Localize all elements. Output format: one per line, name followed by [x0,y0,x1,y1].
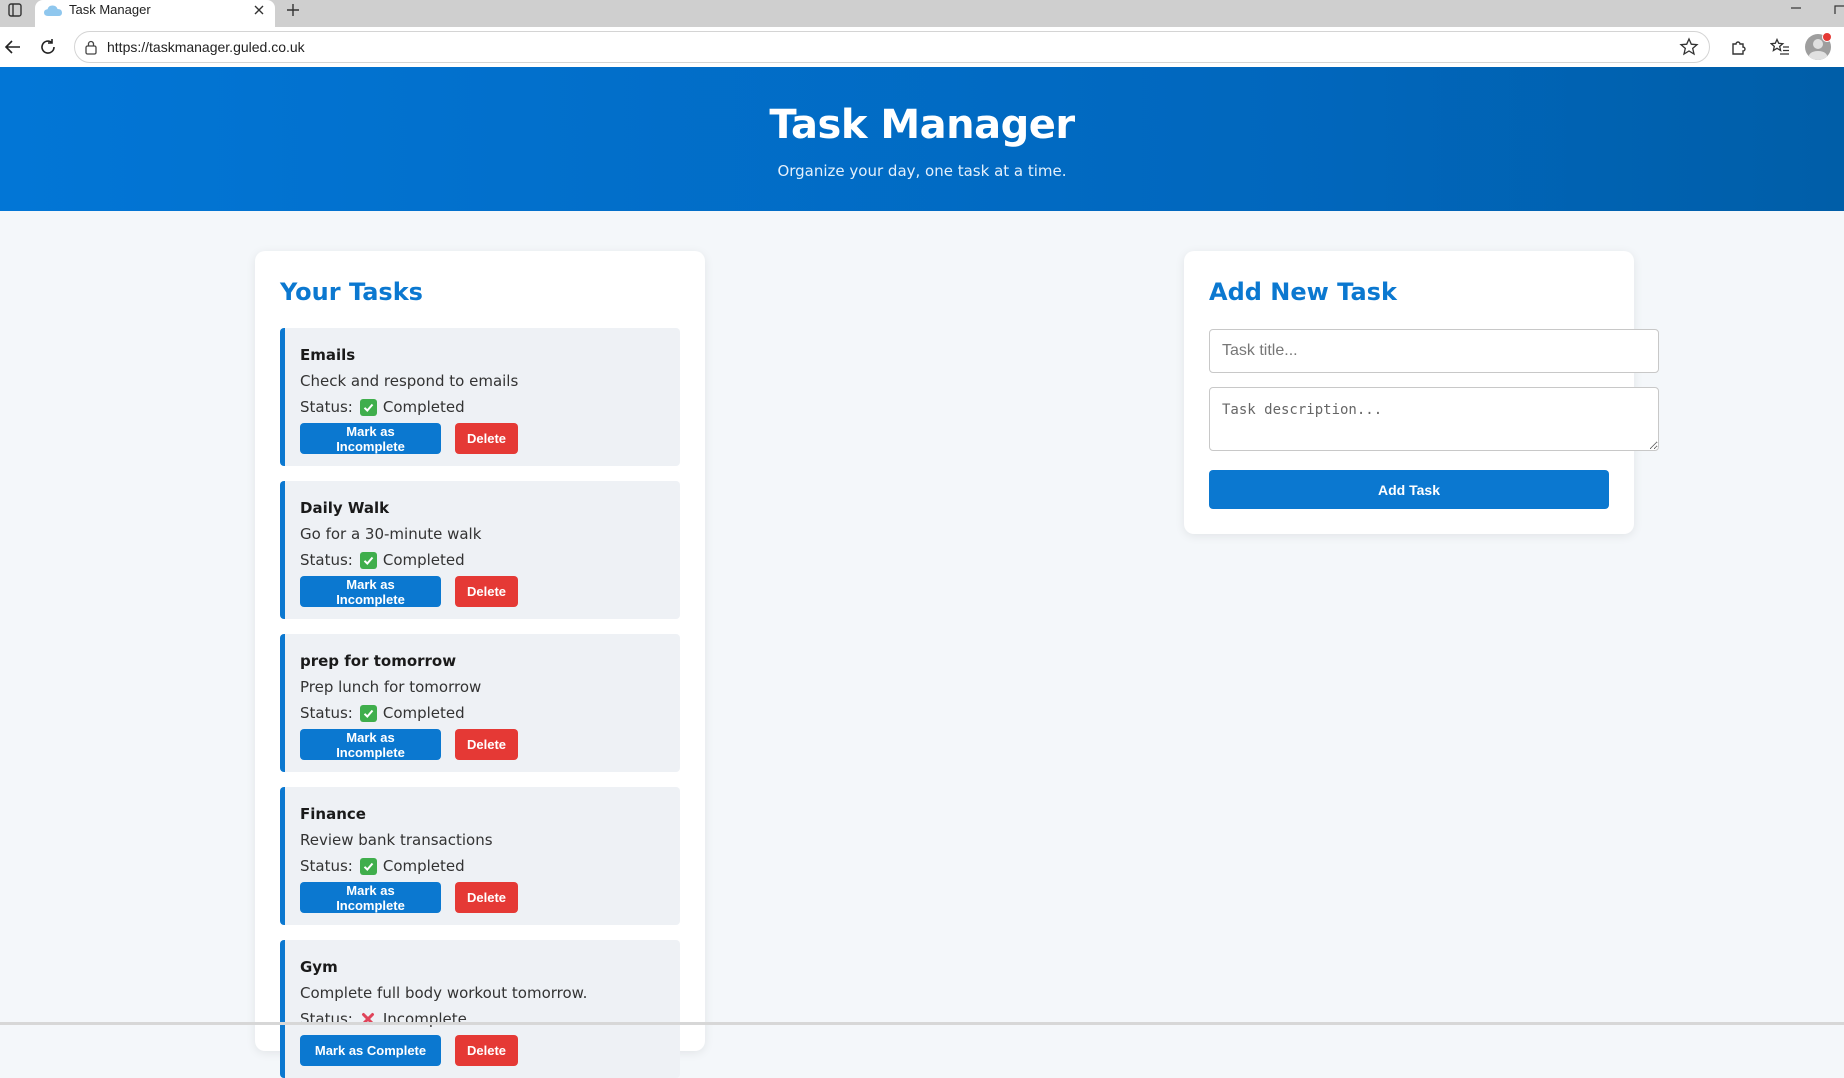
task-title: prep for tomorrow [300,652,457,670]
task-title: Gym [300,958,338,976]
task-status: Status: Completed [300,398,465,416]
check-icon [359,551,377,569]
task-title-input[interactable] [1209,329,1659,373]
browser-tab-strip: Task Manager [0,0,1844,27]
delete-task-button[interactable]: Delete [455,882,518,913]
close-tab-icon[interactable] [251,2,267,18]
status-value: Completed [382,398,465,416]
new-tab-icon[interactable] [284,1,302,19]
task-item: prep for tomorrow Prep lunch for tomorro… [280,634,680,772]
task-description-input[interactable] [1209,387,1659,451]
favorites-list-icon[interactable] [1769,36,1791,58]
task-status: Status: Completed [300,704,465,722]
back-arrow-icon[interactable] [2,36,24,58]
minimize-window-icon[interactable] [1788,0,1804,16]
delete-task-button[interactable]: Delete [455,423,518,454]
task-actions: Mark as Incomplete Delete [300,882,518,913]
task-status: Status: Completed [300,857,465,875]
status-value: Completed [382,704,465,722]
task-status: Status: Incomplete [300,1010,467,1028]
add-task-panel: Add New Task Add Task [1184,251,1659,534]
address-bar[interactable]: https://taskmanager.guled.co.uk [74,31,1710,63]
task-description: Prep lunch for tomorrow [300,678,482,696]
add-task-heading: Add New Task [1209,278,1397,306]
status-value: Incomplete [382,1010,467,1028]
check-icon [359,704,377,722]
task-description: Complete full body workout tomorrow. [300,984,588,1002]
tab-title: Task Manager [69,2,151,17]
task-title: Finance [300,805,366,823]
mark-incomplete-button[interactable]: Mark as Incomplete [300,729,441,760]
task-item: Gym Complete full body workout tomorrow.… [280,940,680,1078]
task-title: Emails [300,346,356,364]
delete-task-button[interactable]: Delete [455,729,518,760]
star-favorite-icon[interactable] [1679,37,1699,57]
notification-dot [1822,32,1832,42]
task-status: Status: Completed [300,551,465,569]
add-task-button[interactable]: Add Task [1209,470,1609,509]
check-icon [359,398,377,416]
page-title: Task Manager [769,102,1075,148]
status-label: Status: [300,857,353,875]
status-label: Status: [300,551,353,569]
mark-incomplete-button[interactable]: Mark as Incomplete [300,882,441,913]
status-label: Status: [300,398,353,416]
task-actions: Mark as Incomplete Delete [300,729,518,760]
tab-actions-icon[interactable] [4,0,26,20]
task-description: Check and respond to emails [300,372,519,390]
task-actions: Mark as Incomplete Delete [300,576,518,607]
reload-icon[interactable] [37,36,59,58]
page-subtitle: Organize your day, one task at a time. [777,162,1067,180]
check-icon [359,857,377,875]
tasks-panel: Your Tasks Emails Check and respond to e… [255,251,705,1078]
task-description: Go for a 30-minute walk [300,525,482,543]
task-description: Review bank transactions [300,831,493,849]
lock-icon[interactable] [83,39,99,55]
mark-complete-button[interactable]: Mark as Complete [300,1035,441,1066]
delete-task-button[interactable]: Delete [455,576,518,607]
tasks-heading: Your Tasks [280,278,423,306]
task-actions: Mark as Incomplete Delete [300,423,518,454]
browser-tab[interactable]: Task Manager [35,0,275,27]
delete-task-button[interactable]: Delete [455,1035,518,1066]
maximize-window-icon[interactable] [1834,2,1844,14]
mark-incomplete-button[interactable]: Mark as Incomplete [300,423,441,454]
task-item: Emails Check and respond to emails Statu… [280,328,680,466]
url-text[interactable]: https://taskmanager.guled.co.uk [107,39,305,55]
status-value: Completed [382,551,465,569]
task-item: Daily Walk Go for a 30-minute walk Statu… [280,481,680,619]
page-header: Task Manager Organize your day, one task… [0,67,1844,211]
task-title: Daily Walk [300,499,390,517]
cloud-icon [43,3,63,17]
task-item: Finance Review bank transactions Status:… [280,787,680,925]
status-value: Completed [382,857,465,875]
status-label: Status: [300,1010,353,1028]
task-actions: Mark as Complete Delete [300,1035,518,1066]
status-label: Status: [300,704,353,722]
browser-toolbar: https://taskmanager.guled.co.uk [0,27,1844,67]
extensions-puzzle-icon[interactable] [1728,36,1750,58]
mark-incomplete-button[interactable]: Mark as Incomplete [300,576,441,607]
